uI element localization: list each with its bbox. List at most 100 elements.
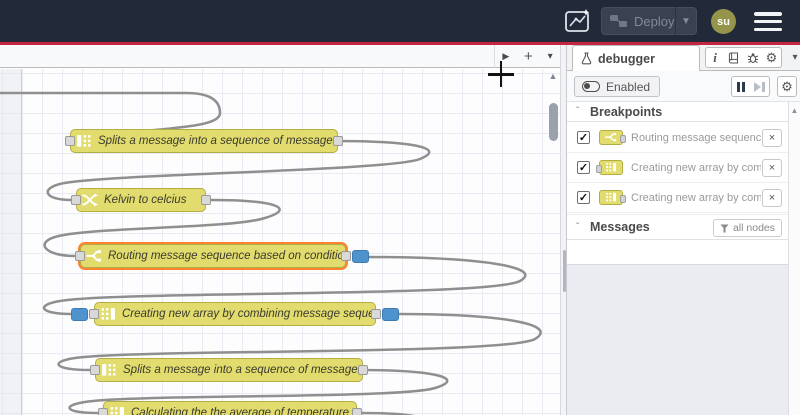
breakpoint-checkbox[interactable]: ✓: [577, 161, 590, 174]
change-icon: [82, 193, 99, 207]
remove-breakpoint-button[interactable]: ×: [762, 158, 782, 177]
flow-node-label: Splits a message into a sequence of mess…: [98, 135, 337, 147]
messages-empty-area: [567, 240, 788, 264]
input-port[interactable]: [75, 251, 85, 261]
gear-icon[interactable]: ⚙: [762, 47, 782, 68]
switch-icon: [599, 130, 626, 145]
chevron-down-icon: ˇ: [576, 106, 580, 117]
join-icon: [100, 307, 116, 321]
pause-icon[interactable]: [731, 76, 751, 97]
output-port[interactable]: [371, 309, 381, 319]
join-icon: [596, 160, 623, 175]
output-port[interactable]: [358, 365, 368, 375]
breakpoint-checkbox[interactable]: ✓: [577, 131, 590, 144]
filter-label: all nodes: [732, 222, 775, 234]
split-icon: [76, 134, 92, 148]
input-port[interactable]: [65, 136, 75, 146]
tab-debugger-label: debugger: [598, 51, 655, 66]
breakpoints-section-header[interactable]: ˇ Breakpoints: [567, 102, 788, 122]
port-nub: [596, 164, 602, 173]
input-port[interactable]: [90, 365, 100, 375]
split-icon: [101, 363, 117, 377]
breakpoint-marker[interactable]: [71, 307, 88, 321]
output-port[interactable]: [201, 195, 211, 205]
switch-icon: [86, 249, 102, 263]
breakpoints-list: ✓ Routing message sequence ba×✓ Creating…: [567, 123, 788, 213]
header-bar: Deploy ▼ su: [0, 0, 800, 42]
breakpoint-row: ✓ Creating new array by combini×: [567, 153, 788, 183]
tab-list-caret-icon[interactable]: ▾: [548, 51, 553, 62]
deploy-button[interactable]: Deploy ▼: [601, 7, 697, 35]
sidebar-resize-handle[interactable]: [560, 45, 567, 415]
port-nub: [620, 194, 626, 203]
join-icon: [109, 406, 125, 415]
flow-canvas[interactable]: ▶ + ▾ Splits a message into a sequence o…: [0, 45, 560, 415]
messages-section-header[interactable]: ˇ Messages all nodes: [567, 214, 788, 240]
input-port[interactable]: [89, 309, 99, 319]
toggle-icon: [582, 81, 600, 92]
tab-debugger[interactable]: debugger: [572, 45, 700, 71]
output-port[interactable]: [333, 136, 343, 146]
deploy-nodes-icon: [610, 15, 627, 27]
breakpoint-label: Creating new array by combini: [631, 161, 761, 174]
debugger-settings-gear-icon[interactable]: ⚙: [777, 76, 797, 97]
flow-node[interactable]: Routing message sequence based on condit…: [75, 244, 369, 268]
canvas-scroll-up-icon[interactable]: ▲: [546, 70, 560, 82]
input-port[interactable]: [98, 408, 108, 415]
enabled-label: Enabled: [606, 79, 651, 94]
flow-tab-actions: ▶ + ▾: [494, 45, 560, 68]
port-nub: [620, 134, 626, 143]
node-red-app: Deploy ▼ su ▶ + ▾ Splits a message into …: [0, 0, 800, 415]
flow-node[interactable]: Creating new array by combining message …: [71, 302, 399, 326]
sidebar-caret-down-icon[interactable]: ▾: [785, 47, 800, 68]
book-icon[interactable]: [724, 47, 744, 68]
next-tab-icon[interactable]: ▶: [502, 51, 509, 62]
breakpoint-row: ✓ Creating new array by combini×: [567, 183, 788, 213]
remove-breakpoint-button[interactable]: ×: [762, 188, 782, 207]
remove-breakpoint-button[interactable]: ×: [762, 128, 782, 147]
messages-filter-button[interactable]: all nodes: [712, 219, 782, 237]
breakpoint-checkbox[interactable]: ✓: [577, 191, 590, 204]
breakpoint-marker[interactable]: [352, 249, 369, 263]
chevron-down-icon: ˇ: [576, 221, 580, 233]
output-port[interactable]: [341, 251, 351, 261]
sidebar-tabbar: debugger i ⚙ ▾: [567, 45, 800, 71]
funnel-filter-icon: [720, 224, 729, 232]
deploy-caret-icon[interactable]: ▼: [676, 16, 696, 27]
flow-node[interactable]: Kelvin to celcius: [71, 188, 211, 212]
join-icon: [599, 190, 626, 205]
deploy-label: Deploy: [634, 13, 675, 29]
breakpoint-marker[interactable]: [382, 307, 399, 321]
resize-grip: [562, 250, 566, 292]
info-icon[interactable]: i: [705, 47, 725, 68]
flow-node[interactable]: Calculating the the average of temperatu…: [98, 401, 362, 415]
panel-filler: [567, 264, 788, 415]
input-port[interactable]: [71, 195, 81, 205]
debugger-enabled-toggle[interactable]: Enabled: [574, 76, 661, 97]
panel-scroll-up-icon[interactable]: ▲: [789, 106, 800, 115]
flow-node[interactable]: Splits a message into a sequence of mess…: [65, 129, 343, 153]
export-chart-sparkle-icon[interactable]: [563, 8, 593, 34]
menu-hamburger-icon[interactable]: [753, 12, 783, 31]
breakpoint-row: ✓ Routing message sequence ba×: [567, 123, 788, 153]
cursor-crosshair: [499, 61, 503, 87]
step-next-icon[interactable]: [750, 76, 770, 97]
breakpoints-title: Breakpoints: [590, 104, 663, 119]
flow-node-label: Splits a message into a sequence of mess…: [123, 364, 362, 376]
panel-scrollbar-track[interactable]: ▲: [788, 102, 800, 415]
add-flow-icon[interactable]: +: [524, 48, 533, 65]
breakpoint-label: Creating new array by combini: [631, 191, 761, 204]
debugger-toolbar: Enabled ⚙: [567, 71, 800, 102]
flow-node-label: Calculating the the average of temperatu…: [131, 407, 349, 415]
flow-node[interactable]: Splits a message into a sequence of mess…: [90, 358, 368, 382]
flow-tabstrip: ▶ + ▾: [0, 45, 560, 68]
user-avatar[interactable]: su: [711, 9, 736, 34]
bug-icon[interactable]: [743, 47, 763, 68]
flask-icon: [581, 52, 592, 65]
output-port[interactable]: [352, 408, 362, 415]
breakpoint-label: Routing message sequence ba: [631, 131, 761, 144]
flow-node-label: Creating new array by combining message …: [122, 308, 375, 320]
debug-sidebar: debugger i ⚙ ▾ Enabled ⚙ ˇ Breakpoints ✓…: [567, 45, 800, 415]
messages-title: Messages: [590, 220, 650, 234]
canvas-scrollbar-thumb[interactable]: [549, 103, 558, 141]
